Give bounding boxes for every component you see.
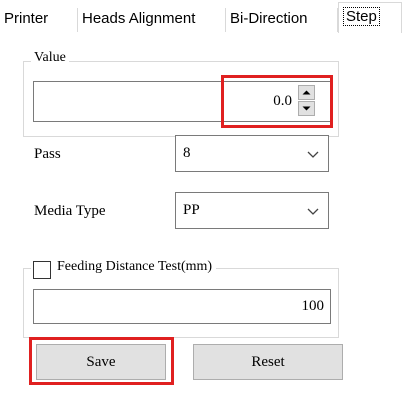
save-highlight bbox=[29, 337, 174, 385]
tab-bi-direction[interactable]: Bi-Direction bbox=[226, 8, 338, 32]
tab-heads-alignment-label: Heads Alignment bbox=[82, 10, 196, 27]
media-type-select[interactable]: PP bbox=[175, 192, 329, 229]
chevron-down-icon bbox=[307, 151, 319, 158]
reset-button[interactable]: Reset bbox=[193, 344, 343, 380]
feeding-group-legend: Feeding Distance Test(mm) bbox=[31, 259, 217, 279]
tab-bi-direction-label: Bi-Direction bbox=[230, 10, 308, 27]
pass-select-value: 8 bbox=[183, 145, 191, 161]
tab-step-label: Step bbox=[343, 7, 380, 26]
tab-heads-alignment[interactable]: Heads Alignment bbox=[78, 8, 226, 32]
feeding-checkbox[interactable] bbox=[33, 261, 51, 279]
feeding-distance-input[interactable]: 100 bbox=[33, 289, 331, 324]
tab-printer[interactable]: Printer bbox=[0, 8, 78, 32]
feeding-checkbox-label: Feeding Distance Test(mm) bbox=[57, 259, 213, 274]
feeding-distance-value: 100 bbox=[301, 298, 325, 314]
media-type-label: Media Type bbox=[34, 203, 106, 219]
pass-select[interactable]: 8 bbox=[175, 135, 329, 172]
chevron-down-icon bbox=[307, 208, 319, 215]
step-panel: Value 0.0 Pass 8 Media Type PP Feeding D… bbox=[0, 33, 405, 398]
value-highlight bbox=[221, 75, 333, 128]
pass-label: Pass bbox=[34, 146, 61, 162]
tab-step[interactable]: Step bbox=[338, 2, 402, 34]
tab-strip: Printer Heads Alignment Bi-Direction Ste… bbox=[0, 0, 405, 34]
tab-printer-label: Printer bbox=[4, 10, 49, 27]
media-type-select-value: PP bbox=[183, 202, 200, 218]
value-group-legend: Value bbox=[31, 50, 69, 66]
reset-button-label: Reset bbox=[251, 354, 285, 370]
